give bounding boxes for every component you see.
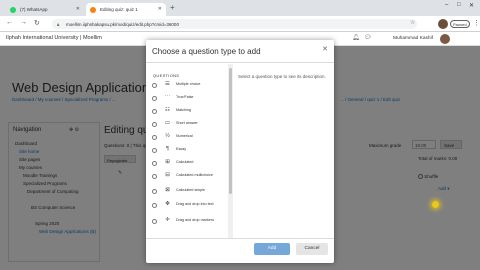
dialog-title: Choose a question type to add [152, 47, 261, 56]
moodle-icon [90, 6, 96, 13]
radio-button[interactable] [152, 174, 157, 179]
avatar[interactable] [440, 34, 450, 44]
calc-simple-icon: ⊠ [165, 187, 170, 193]
question-type-option[interactable]: ⊞ Calculated [152, 158, 228, 171]
drag-drop-markers-icon: ✛ [165, 217, 170, 223]
question-type-list: ☰ Multiple choice ⋯ True/False ☷ Matchin… [146, 80, 230, 236]
question-type-option[interactable]: ¶ Essay [152, 145, 228, 158]
bookmark-star-icon[interactable]: ☆ [410, 19, 415, 26]
mouse-cursor-highlight [432, 201, 439, 208]
calc-multichoice-icon: ⊟ [165, 172, 170, 178]
question-type-label: Calculated simple [176, 188, 206, 192]
tab-editing-quiz[interactable]: Editing quiz: quiz 1 ✕ [86, 3, 166, 16]
divider [146, 62, 334, 63]
site-name[interactable]: Ilphah International University | Moelli… [6, 35, 102, 41]
question-type-label: Calculated [176, 160, 194, 164]
matching-icon: ☷ [165, 107, 170, 113]
question-type-label: Essay [176, 147, 187, 151]
question-list-scrollbar[interactable] [228, 64, 233, 238]
whatsapp-icon [10, 6, 16, 13]
add-button[interactable]: Add [254, 243, 290, 255]
question-type-option[interactable]: ✥ Drag and drop into text [152, 200, 228, 215]
radio-button[interactable] [152, 189, 157, 194]
divider [146, 238, 334, 239]
short-answer-icon: ▭ [164, 120, 171, 126]
minimize-icon[interactable]: – [445, 2, 448, 8]
question-type-option[interactable]: ▭ Short answer [152, 119, 228, 132]
address-bar-row: ← → ↻ 🔒︎ moellim.iiphshakapsu.pk/mod/qui… [0, 16, 480, 32]
list-icon: ☰ [165, 81, 170, 87]
question-type-label: Short answer [176, 121, 198, 125]
question-type-option[interactable]: ⋯ True/False [152, 93, 228, 106]
radio-button[interactable] [152, 83, 157, 88]
paused-button[interactable]: Paused [450, 20, 470, 28]
reload-icon[interactable]: ↻ [34, 19, 40, 27]
question-type-option[interactable]: ✛ Drag and drop markers [152, 216, 228, 231]
new-tab-icon[interactable]: + [170, 3, 175, 12]
essay-icon: ¶ [166, 146, 169, 152]
radio-button[interactable] [152, 135, 157, 140]
radio-button[interactable] [152, 109, 157, 114]
scrollbar-thumb[interactable] [229, 68, 232, 194]
browser-tab-bar: (7) WhatsApp ✕ Editing quiz: quiz 1 ✕ + … [0, 0, 480, 16]
browser-menu-icon[interactable]: ⋮ [473, 19, 480, 27]
dots-icon: ⋯ [164, 94, 171, 100]
cancel-button[interactable]: Cancel [296, 243, 328, 255]
chat-icon[interactable]: 💬︎ [364, 34, 372, 41]
url-text: moellim.iiphshakapsu.pk/mod/quiz/edit.ph… [66, 21, 179, 27]
question-type-option[interactable]: ☰ Multiple choice [152, 80, 228, 93]
window-close-icon[interactable]: ✕ [469, 2, 474, 9]
radio-button[interactable] [152, 161, 157, 166]
close-icon[interactable]: ✕ [158, 6, 162, 12]
numerical-icon: ½ [165, 133, 170, 139]
radio-button[interactable] [152, 219, 157, 224]
maximize-icon[interactable]: □ [457, 2, 461, 8]
close-icon[interactable]: ✕ [76, 6, 80, 12]
question-type-label: Drag and drop markers [176, 218, 214, 222]
drag-drop-text-icon: ✥ [165, 201, 170, 207]
user-name[interactable]: Muhammad Kashif [393, 36, 433, 41]
back-icon[interactable]: ← [6, 19, 13, 26]
url-input[interactable]: 🔒︎ moellim.iiphshakapsu.pk/mod/quiz/edit… [52, 19, 417, 29]
question-type-option[interactable]: ☷ Matching [152, 106, 228, 119]
question-type-label: Numerical [176, 134, 193, 138]
radio-button[interactable] [152, 122, 157, 127]
calculated-icon: ⊞ [165, 159, 170, 165]
question-type-label: Matching [176, 108, 191, 112]
radio-button[interactable] [152, 96, 157, 101]
question-type-description: Select a question type to see its descri… [238, 74, 326, 79]
question-type-label: Calculated multichoice [176, 173, 213, 177]
close-icon[interactable]: ✕ [322, 45, 328, 53]
radio-button[interactable] [152, 203, 157, 208]
question-type-option[interactable]: ⊟ Calculated multichoice [152, 171, 228, 186]
question-type-option[interactable]: ½ Numerical [152, 132, 228, 145]
lock-icon: 🔒︎ [57, 21, 60, 27]
profile-avatar[interactable] [438, 19, 448, 29]
question-type-option[interactable]: ⊠ Calculated simple [152, 186, 228, 199]
question-type-label: Multiple choice [176, 82, 201, 86]
forward-icon[interactable]: → [20, 19, 27, 26]
question-type-label: True/False [176, 95, 194, 99]
bell-icon[interactable]: 🔔︎ [352, 34, 360, 41]
tab-label: (7) WhatsApp [20, 7, 48, 12]
question-type-label: Drag and drop into text [176, 202, 214, 206]
tab-whatsapp[interactable]: (7) WhatsApp ✕ [6, 3, 84, 16]
tab-label: Editing quiz: quiz 1 [100, 7, 138, 12]
question-type-chooser-dialog: Choose a question type to add ✕ QUESTION… [146, 40, 334, 263]
questions-heading: QUESTIONS [153, 73, 180, 78]
radio-button[interactable] [152, 148, 157, 153]
